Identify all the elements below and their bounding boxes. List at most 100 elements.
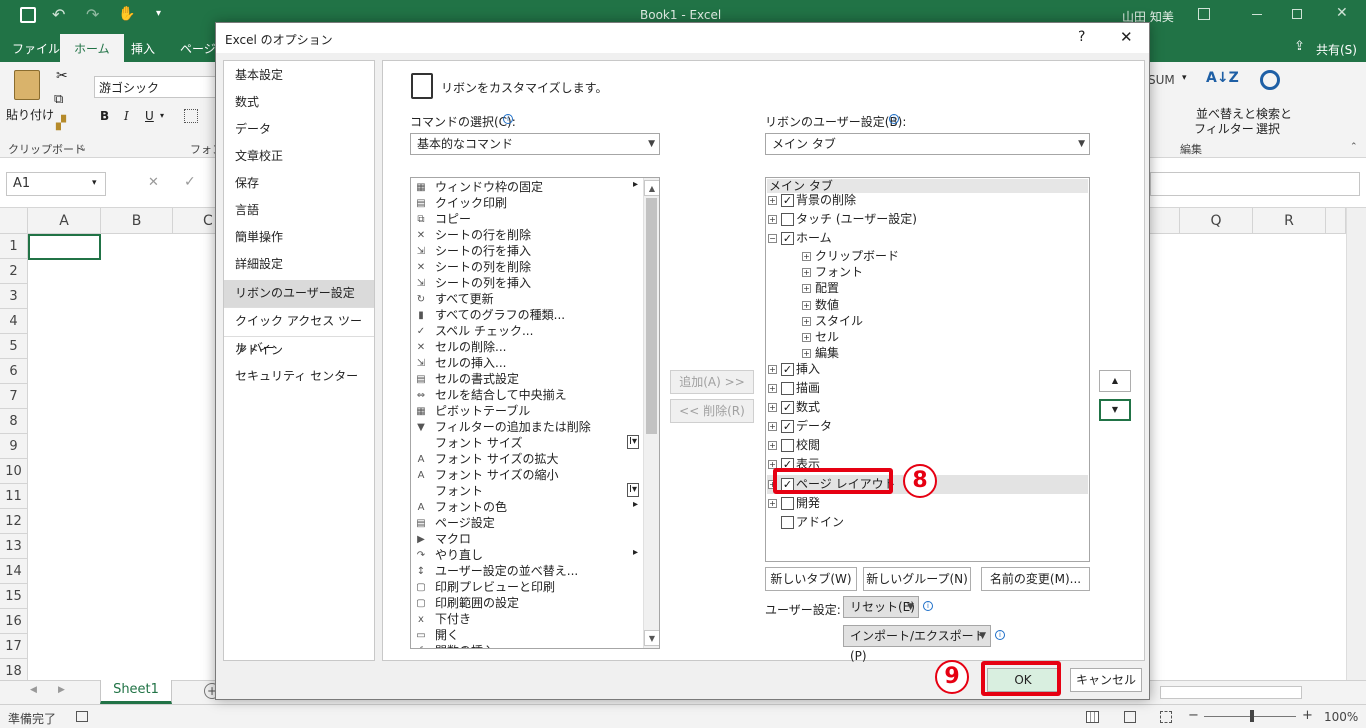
command-list-item[interactable]: ▼ フィルターの追加または削除 xyxy=(413,419,591,435)
nav-item-save[interactable]: 保存 xyxy=(224,170,374,197)
help-icon[interactable]: ? xyxy=(1078,29,1085,45)
expand-icon[interactable]: + xyxy=(768,196,777,205)
cancel-icon[interactable]: ✕ xyxy=(148,175,159,190)
tree-item-insert[interactable]: + ✓ 挿入 xyxy=(768,360,820,378)
commands-scrollbar[interactable]: ▲ ▼ xyxy=(643,178,659,648)
column-header[interactable]: A xyxy=(28,208,101,234)
expand-icon[interactable]: + xyxy=(802,252,811,261)
checkbox-unchecked[interactable] xyxy=(781,382,794,395)
expand-icon[interactable]: + xyxy=(768,422,777,431)
dialog-close-icon[interactable]: ✕ xyxy=(1120,28,1133,46)
command-list-item[interactable]: ▢ 印刷範囲の設定 xyxy=(413,595,519,611)
tree-subitem[interactable]: + 数値 xyxy=(802,297,839,313)
tree-subitem[interactable]: + クリップボード xyxy=(802,248,899,264)
row-header[interactable]: 12 xyxy=(0,509,28,534)
touch-mode-icon[interactable]: ✋ xyxy=(118,6,135,22)
scroll-down-icon[interactable]: ▼ xyxy=(644,630,659,646)
nav-item-quick-access-toolbar[interactable]: クイック アクセス ツール バー xyxy=(224,307,374,355)
tree-subitem[interactable]: + スタイル xyxy=(802,313,863,329)
tree-item-draw[interactable]: + 描画 xyxy=(768,379,820,397)
new-tab-button[interactable]: 新しいタブ(W) xyxy=(765,567,857,591)
command-list-item[interactable]: ▤ ページ設定 xyxy=(413,515,495,531)
collapse-ribbon-icon[interactable]: ⌃ xyxy=(1350,142,1358,152)
bold-button[interactable]: B xyxy=(100,109,109,123)
checkbox-unchecked[interactable] xyxy=(781,497,794,510)
nav-item-customize-ribbon[interactable]: リボンのユーザー設定 xyxy=(224,280,374,307)
redo-icon[interactable]: ↷ xyxy=(86,5,99,24)
ribbon-info-icon[interactable]: i xyxy=(889,114,899,124)
row-header[interactable]: 1 xyxy=(0,234,28,259)
sort-filter-label-2[interactable]: フィルター xyxy=(1194,120,1254,137)
tree-subitem[interactable]: + 編集 xyxy=(802,345,839,361)
command-list-item[interactable]: ▭ 開く xyxy=(413,627,459,643)
row-header[interactable]: 8 xyxy=(0,409,28,434)
reset-info-icon[interactable]: i xyxy=(923,601,933,611)
command-list-item[interactable]: ⇲ シートの列を挿入 xyxy=(413,275,531,291)
page-layout-view-icon[interactable] xyxy=(1124,711,1136,723)
checkbox-checked[interactable]: ✓ xyxy=(781,401,794,414)
row-header[interactable]: 14 xyxy=(0,559,28,584)
import-export-dropdown[interactable]: インポート/エクスポート(P) ▼ xyxy=(843,625,991,663)
expand-icon[interactable]: + xyxy=(802,300,811,310)
command-list-item[interactable]: ƒ 関数の挿入... xyxy=(413,643,506,648)
nav-item-data[interactable]: データ xyxy=(224,116,374,143)
ribbon-tabs-select[interactable]: メイン タブ ▼ xyxy=(765,133,1090,155)
row-header[interactable]: 2 xyxy=(0,259,28,284)
paste-icon[interactable] xyxy=(14,70,40,100)
underline-button[interactable]: U xyxy=(145,109,154,123)
enter-icon[interactable]: ✓ xyxy=(184,174,196,190)
checkbox-checked[interactable]: ✓ xyxy=(781,420,794,433)
row-header[interactable]: 13 xyxy=(0,534,28,559)
underline-dropdown-icon[interactable]: ▾ xyxy=(160,111,164,120)
tree-item-formulas[interactable]: + ✓ 数式 xyxy=(768,398,820,416)
row-header[interactable]: 4 xyxy=(0,309,28,334)
command-list-item[interactable]: ⇔ セルを結合して中央揃え xyxy=(413,387,567,403)
maximize-icon[interactable] xyxy=(1292,9,1302,19)
column-header[interactable]: Q xyxy=(1180,208,1253,234)
qat-customize-icon[interactable]: ▾ xyxy=(156,8,161,19)
expand-icon[interactable]: + xyxy=(768,365,777,374)
horizontal-scrollbar[interactable] xyxy=(1160,686,1302,699)
zoom-in-icon[interactable]: + xyxy=(1302,708,1313,723)
find-select-label-2[interactable]: 選択 xyxy=(1256,120,1280,137)
expand-icon[interactable]: + xyxy=(768,499,777,508)
checkbox-unchecked[interactable] xyxy=(781,439,794,452)
command-list-item[interactable]: フォント xyxy=(413,483,483,499)
column-header[interactable] xyxy=(1326,208,1346,234)
checkbox-unchecked[interactable] xyxy=(781,213,794,226)
move-up-button[interactable]: ▲ xyxy=(1099,370,1131,392)
sheet-scroll-right-icon[interactable]: ▶ xyxy=(58,685,65,695)
border-icon[interactable] xyxy=(184,109,198,123)
tree-subitem[interactable]: + フォント xyxy=(802,264,863,280)
command-list-item[interactable]: フォント サイズ xyxy=(413,435,522,451)
command-list-item[interactable]: ▦ ウィンドウ枠の固定 xyxy=(413,179,543,195)
tree-item-data[interactable]: + ✓ データ xyxy=(768,417,832,435)
tree-item-home[interactable]: − ✓ ホーム xyxy=(768,229,832,247)
tree-item-addins[interactable]: アドイン xyxy=(781,513,844,531)
minimize-icon[interactable] xyxy=(1252,14,1262,15)
macro-record-icon[interactable] xyxy=(76,711,88,722)
sheet-tab-sheet1[interactable]: Sheet1 xyxy=(100,680,172,704)
row-header[interactable]: 10 xyxy=(0,459,28,484)
column-header[interactable]: R xyxy=(1253,208,1326,234)
tree-subitem[interactable]: + セル xyxy=(802,329,839,345)
command-list-item[interactable]: ↻ すべて更新 xyxy=(413,291,494,307)
formula-input[interactable] xyxy=(1150,172,1360,196)
tree-item-review[interactable]: + 校閲 xyxy=(768,436,820,454)
zoom-slider-thumb[interactable] xyxy=(1250,710,1254,722)
save-icon[interactable] xyxy=(20,7,36,23)
tree-subitem[interactable]: + 配置 xyxy=(802,280,839,296)
font-name-box[interactable]: 游ゴシック xyxy=(94,76,216,98)
window-close-icon[interactable]: ✕ xyxy=(1336,5,1348,21)
vertical-scrollbar[interactable] xyxy=(1346,208,1366,680)
expand-icon[interactable]: + xyxy=(802,333,811,342)
row-header[interactable]: 16 xyxy=(0,609,28,634)
sort-filter-icon[interactable]: A↓Z xyxy=(1206,70,1239,86)
share-icon[interactable]: ⇪ xyxy=(1294,39,1305,54)
row-header[interactable]: 6 xyxy=(0,359,28,384)
checkbox-checked[interactable]: ✓ xyxy=(781,232,794,245)
expand-icon[interactable]: + xyxy=(802,349,811,359)
share-button[interactable]: 共有(S) xyxy=(1316,41,1357,58)
nav-item-advanced[interactable]: 詳細設定 xyxy=(224,251,374,278)
row-header[interactable]: 7 xyxy=(0,384,28,409)
